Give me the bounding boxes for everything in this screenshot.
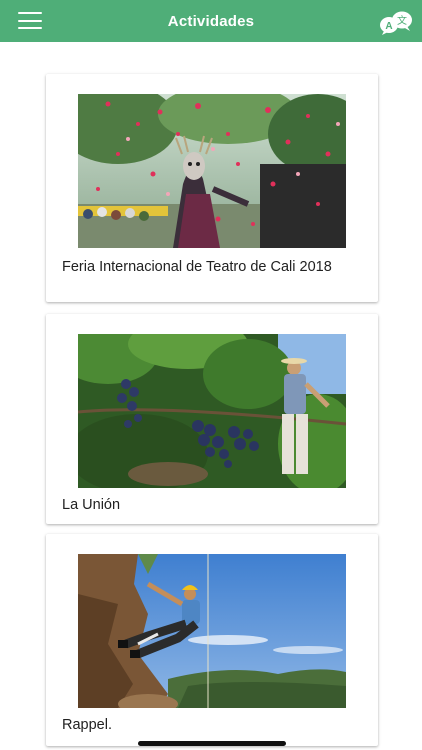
activity-image-rappel: [78, 554, 346, 708]
translate-glyph: 文: [397, 14, 407, 27]
translate-letter: A: [385, 21, 392, 32]
app-screen: Actividades A 文 Feria Internacional de T…: [0, 0, 422, 750]
activity-title: Rappel.: [62, 717, 112, 733]
activity-image-la-union: [78, 334, 346, 488]
home-indicator: [138, 741, 286, 746]
page-title: Actividades: [167, 12, 255, 30]
activities-list[interactable]: Feria Internacional de Teatro de Cali 20…: [0, 42, 422, 750]
activity-title: Feria Internacional de Teatro de Cali 20…: [62, 259, 332, 275]
hamburger-menu-icon[interactable]: [18, 12, 42, 29]
activity-card-la-union[interactable]: La Unión: [46, 314, 378, 524]
activity-image-teatro: [78, 94, 346, 248]
app-bar: Actividades A 文: [0, 0, 422, 42]
activity-card-teatro[interactable]: Feria Internacional de Teatro de Cali 20…: [46, 74, 378, 302]
translate-icon[interactable]: A 文: [378, 10, 414, 36]
activity-card-rappel[interactable]: Rappel.: [46, 534, 378, 746]
activity-title: La Unión: [62, 497, 121, 513]
